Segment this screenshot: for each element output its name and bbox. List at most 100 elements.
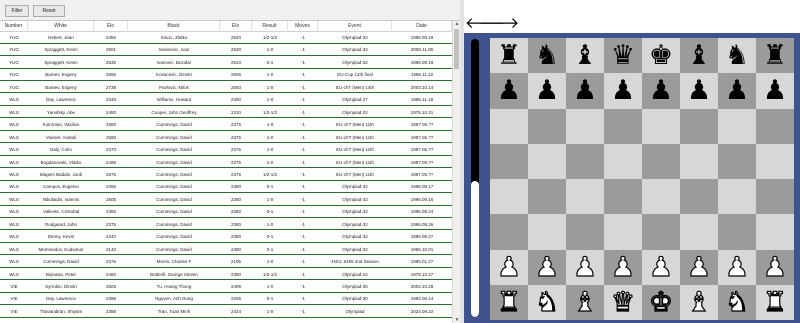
vertical-scrollbar[interactable]: ▲ ▼: [452, 21, 460, 323]
square-f7[interactable]: ♟: [680, 73, 718, 109]
square-d6[interactable]: [604, 108, 642, 144]
square-b8[interactable]: ♞: [528, 38, 566, 74]
square-e7[interactable]: ♟: [642, 73, 680, 109]
black-bishop-icon[interactable]: ♝: [573, 42, 597, 69]
white-king-icon[interactable]: ♚: [648, 288, 673, 316]
square-d3[interactable]: [604, 214, 642, 250]
square-a5[interactable]: [490, 143, 528, 179]
black-pawn-icon[interactable]: ♟: [725, 77, 749, 104]
square-b3[interactable]: [528, 214, 566, 250]
table-row[interactable]: YUG Bareev, Evgeny 2655 Kovacevic, Dimitri 2…: [0, 69, 452, 82]
white-pawn-icon[interactable]: ♟: [648, 253, 673, 281]
square-f1[interactable]: ♝: [680, 284, 718, 320]
square-f2[interactable]: ♟: [680, 249, 718, 285]
table-row[interactable]: WLS Daly, Colm 2370 Cummings, David 2375 1-0 -…: [0, 144, 452, 156]
square-g5[interactable]: [718, 143, 756, 179]
square-b6[interactable]: [528, 108, 566, 144]
black-pawn-icon[interactable]: ♟: [535, 77, 559, 104]
black-bishop-icon[interactable]: ♝: [687, 42, 711, 69]
black-king-icon[interactable]: ♚: [649, 42, 673, 69]
white-queen-icon[interactable]: ♛: [610, 288, 635, 316]
white-knight-icon[interactable]: ♞: [724, 288, 749, 316]
header-col-number[interactable]: Number: [0, 21, 28, 32]
table-row[interactable]: WLS Bogdanovski, Vlatko 2495 Cummings, Davi…: [0, 156, 452, 169]
square-c7[interactable]: ♟: [566, 73, 604, 109]
square-c2[interactable]: ♟: [566, 249, 604, 285]
square-d1[interactable]: ♛: [604, 284, 642, 320]
square-f3[interactable]: [680, 214, 718, 250]
scroll-thumb[interactable]: [454, 29, 459, 69]
square-c5[interactable]: [566, 143, 604, 179]
table-row[interactable]: VIE Day, Lawrence 2395 Nguyen, Anh Dung 2205…: [0, 293, 452, 306]
square-b2[interactable]: ♟: [528, 249, 566, 285]
square-f6[interactable]: [680, 108, 718, 144]
square-e8[interactable]: ♚: [642, 38, 680, 74]
table-row[interactable]: WLS Valiente, Cristobal 2380 Cummings, Davi…: [0, 206, 452, 218]
square-a8[interactable]: ♜: [490, 38, 528, 74]
table-row[interactable]: WLS Kotronias, Vasilios 2580 Cummings, Davi…: [0, 119, 452, 131]
header-col-black[interactable]: Black: [128, 21, 220, 32]
white-rook-icon[interactable]: ♜: [496, 288, 521, 316]
square-d2[interactable]: ♟: [604, 249, 642, 285]
table-row[interactable]: WLS Biyiasas, Peter 2460 Botterill, George …: [0, 268, 452, 281]
table-row[interactable]: VIE Syrrokin, Dimitri 2505 Tu, Hoang Thong 2…: [0, 281, 452, 293]
black-pawn-icon[interactable]: ♟: [687, 77, 711, 104]
white-pawn-icon[interactable]: ♟: [686, 253, 711, 281]
square-c3[interactable]: [566, 214, 604, 250]
table-row[interactable]: WLS Day, Lawrence 2330 Williams, Howard 2390…: [0, 94, 452, 106]
square-f8[interactable]: ♝: [680, 38, 718, 74]
black-pawn-icon[interactable]: ♟: [763, 77, 787, 104]
black-pawn-icon[interactable]: ♟: [497, 77, 521, 104]
white-pawn-icon[interactable]: ♟: [572, 253, 597, 281]
square-h8[interactable]: ♜: [756, 38, 794, 74]
square-a1[interactable]: ♜: [490, 284, 528, 320]
square-c8[interactable]: ♝: [566, 38, 604, 74]
square-a7[interactable]: ♟: [490, 73, 528, 109]
square-e2[interactable]: ♟: [642, 249, 680, 285]
square-f5[interactable]: [680, 143, 718, 179]
table-row[interactable]: YUG Spraggett, Kevin 2501 Ivanisevic, Ivan 2…: [0, 44, 452, 57]
square-g8[interactable]: ♞: [718, 38, 756, 74]
forward-arrow-icon[interactable]: 🡒: [479, 14, 519, 34]
black-queen-icon[interactable]: ♛: [611, 42, 635, 69]
header-col-result[interactable]: Result: [252, 21, 288, 32]
square-a3[interactable]: [490, 214, 528, 250]
header-col-white[interactable]: White: [28, 21, 94, 32]
black-knight-icon[interactable]: ♞: [725, 42, 749, 69]
square-g7[interactable]: ♟: [718, 73, 756, 109]
square-e5[interactable]: [642, 143, 680, 179]
black-knight-icon[interactable]: ♞: [535, 42, 559, 69]
square-e3[interactable]: [642, 214, 680, 250]
black-rook-icon[interactable]: ♜: [763, 42, 787, 69]
square-h4[interactable]: [756, 179, 794, 215]
square-h3[interactable]: [756, 214, 794, 250]
square-g3[interactable]: [718, 214, 756, 250]
scroll-down-icon[interactable]: ▼: [453, 317, 460, 323]
square-b7[interactable]: ♟: [528, 73, 566, 109]
square-d7[interactable]: ♟: [604, 73, 642, 109]
black-pawn-icon[interactable]: ♟: [649, 77, 673, 104]
table-row[interactable]: WLS Magem Badals, Jordi 2575 Cummings, Davi…: [0, 168, 452, 181]
square-d4[interactable]: [604, 179, 642, 215]
header-col-white-elo[interactable]: Elo: [94, 21, 128, 32]
square-e4[interactable]: [642, 179, 680, 215]
square-g6[interactable]: [718, 108, 756, 144]
square-g1[interactable]: ♞: [718, 284, 756, 320]
header-col-black-elo[interactable]: Elo: [220, 21, 252, 32]
table-row[interactable]: WLS Yanofsky, Abe 2450 Cooper, John Geoffre…: [0, 106, 452, 119]
square-b4[interactable]: [528, 179, 566, 215]
square-b1[interactable]: ♞: [528, 284, 566, 320]
white-bishop-icon[interactable]: ♝: [572, 288, 597, 316]
white-pawn-icon[interactable]: ♟: [762, 253, 787, 281]
square-e6[interactable]: [642, 108, 680, 144]
square-b5[interactable]: [528, 143, 566, 179]
square-f4[interactable]: [680, 179, 718, 215]
white-pawn-icon[interactable]: ♟: [724, 253, 749, 281]
square-h5[interactable]: [756, 143, 794, 179]
square-h1[interactable]: ♜: [756, 284, 794, 320]
chess-board[interactable]: ♜ ♞ ♝ ♛ ♚ ♝ ♞ ♜ ♟ ♟ ♟ ♟ ♟ ♟ ♟ ♟ ♟ ♟ ♟ ♟ ♟ ♟ ♟ ♟ ♜ ♞ ♝ ♛ ♚ ♝ ♞ ♜: [490, 38, 794, 320]
black-rook-icon[interactable]: ♜: [497, 42, 521, 69]
header-col-event[interactable]: Event: [318, 21, 392, 32]
table-row[interactable]: YUG Spraggett, Kevin 2535 Ivanovic, Bozidar…: [0, 56, 452, 69]
table-row[interactable]: WLS Nikolaidis, Ioannis 2505 Cummings, Davi…: [0, 193, 452, 206]
